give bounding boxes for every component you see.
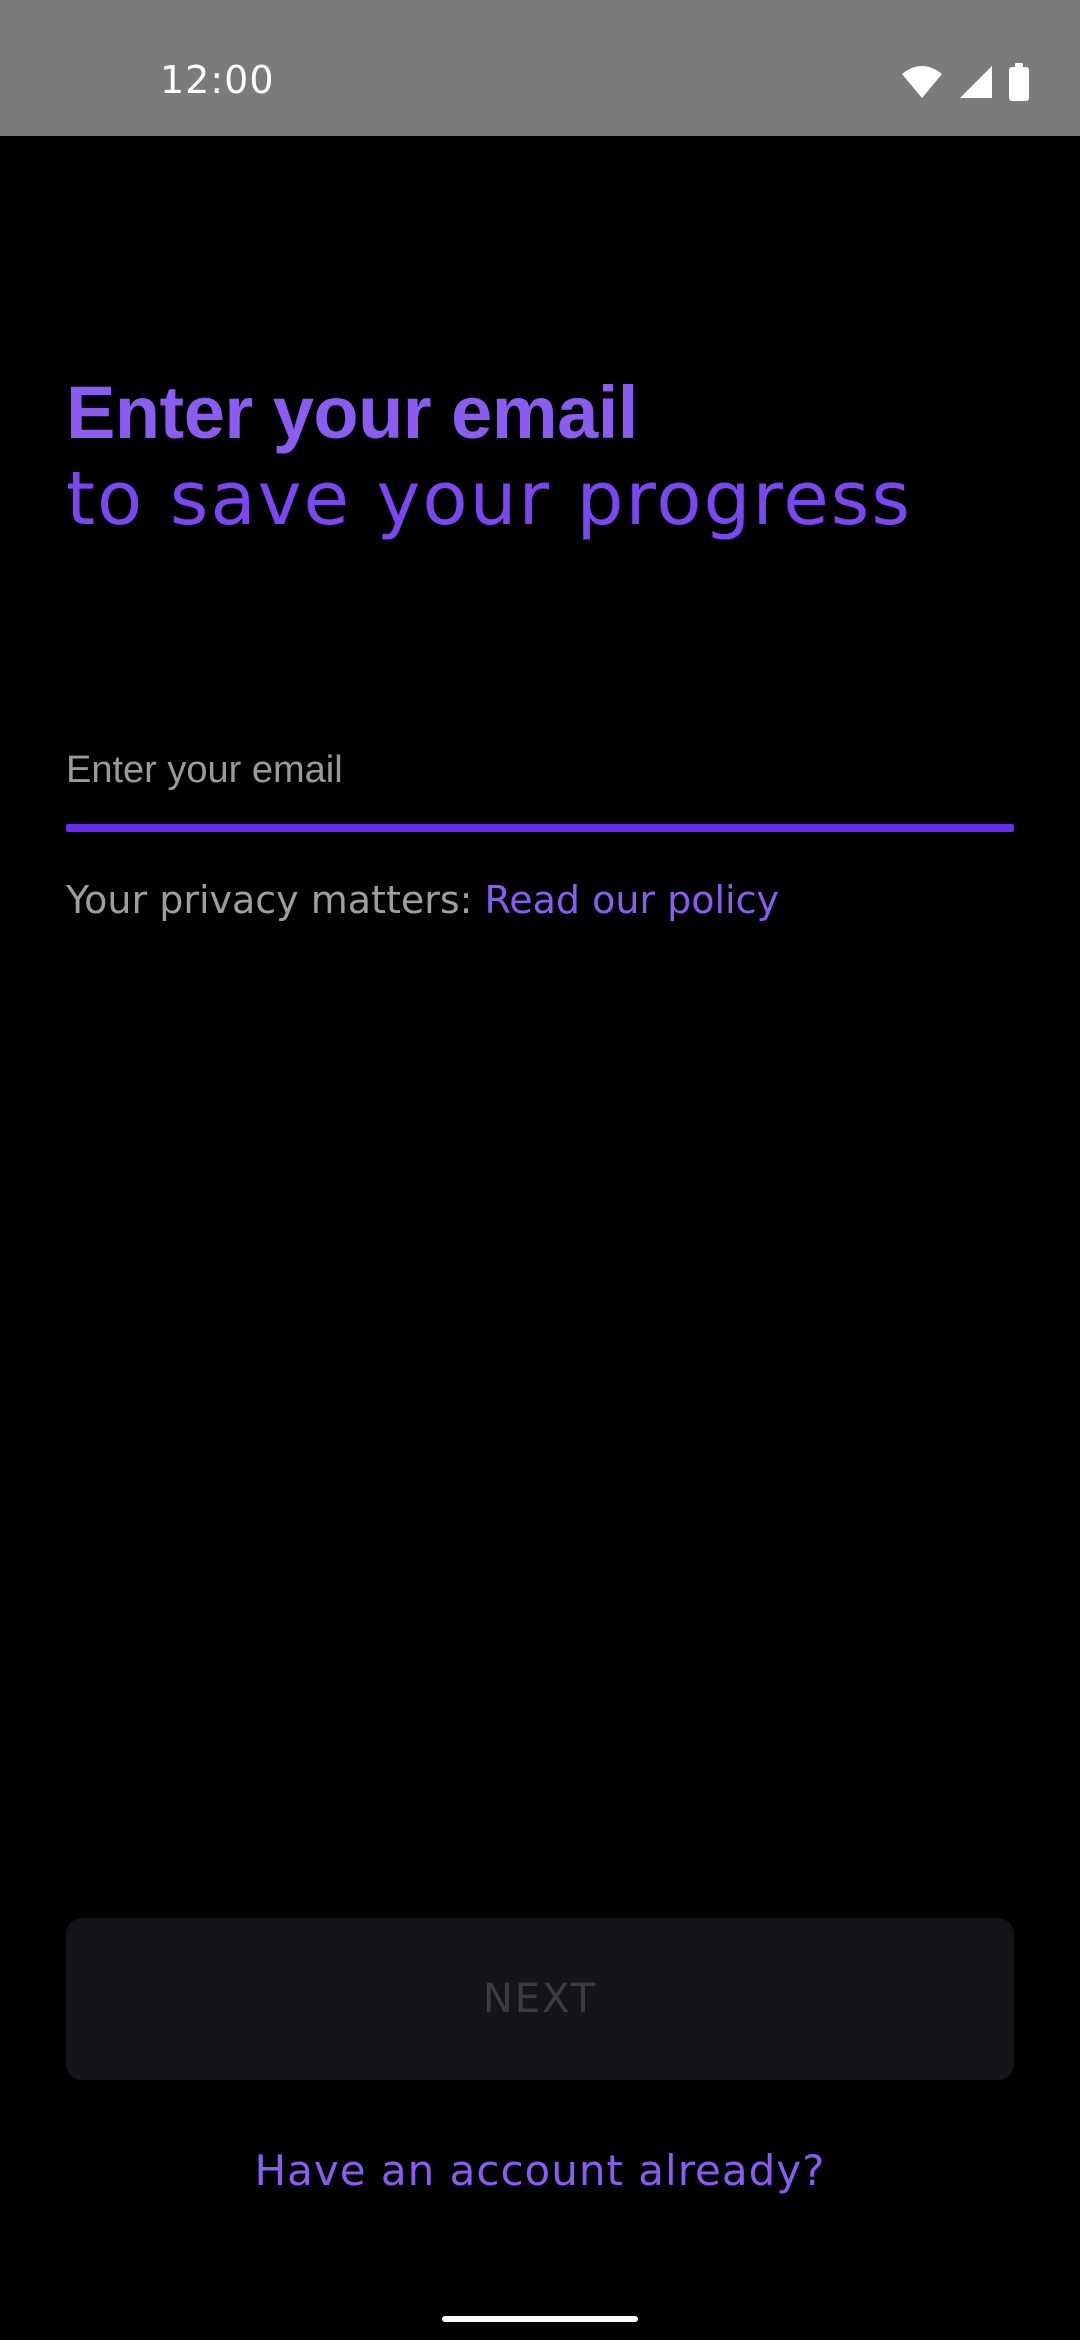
wifi-icon [900, 64, 944, 100]
status-bar: 12:00 [0, 0, 1080, 136]
privacy-policy-link[interactable]: Read our policy [485, 878, 779, 922]
next-button[interactable]: NEXT [66, 1918, 1014, 2080]
privacy-row: Your privacy matters: Read our policy [66, 878, 779, 922]
page-title: Enter your email [66, 371, 638, 454]
status-time: 12:00 [160, 58, 275, 102]
status-icons [900, 62, 1030, 102]
have-account-link[interactable]: Have an account already? [0, 2146, 1080, 2195]
privacy-text: Your privacy matters: [66, 878, 485, 922]
home-indicator[interactable] [442, 2316, 638, 2322]
page-subtitle: to save your progress [66, 456, 912, 542]
battery-icon [1008, 63, 1030, 101]
signal-icon [958, 64, 994, 100]
email-underline [66, 824, 1014, 832]
email-field[interactable] [66, 730, 1014, 830]
email-input[interactable] [66, 730, 1014, 810]
